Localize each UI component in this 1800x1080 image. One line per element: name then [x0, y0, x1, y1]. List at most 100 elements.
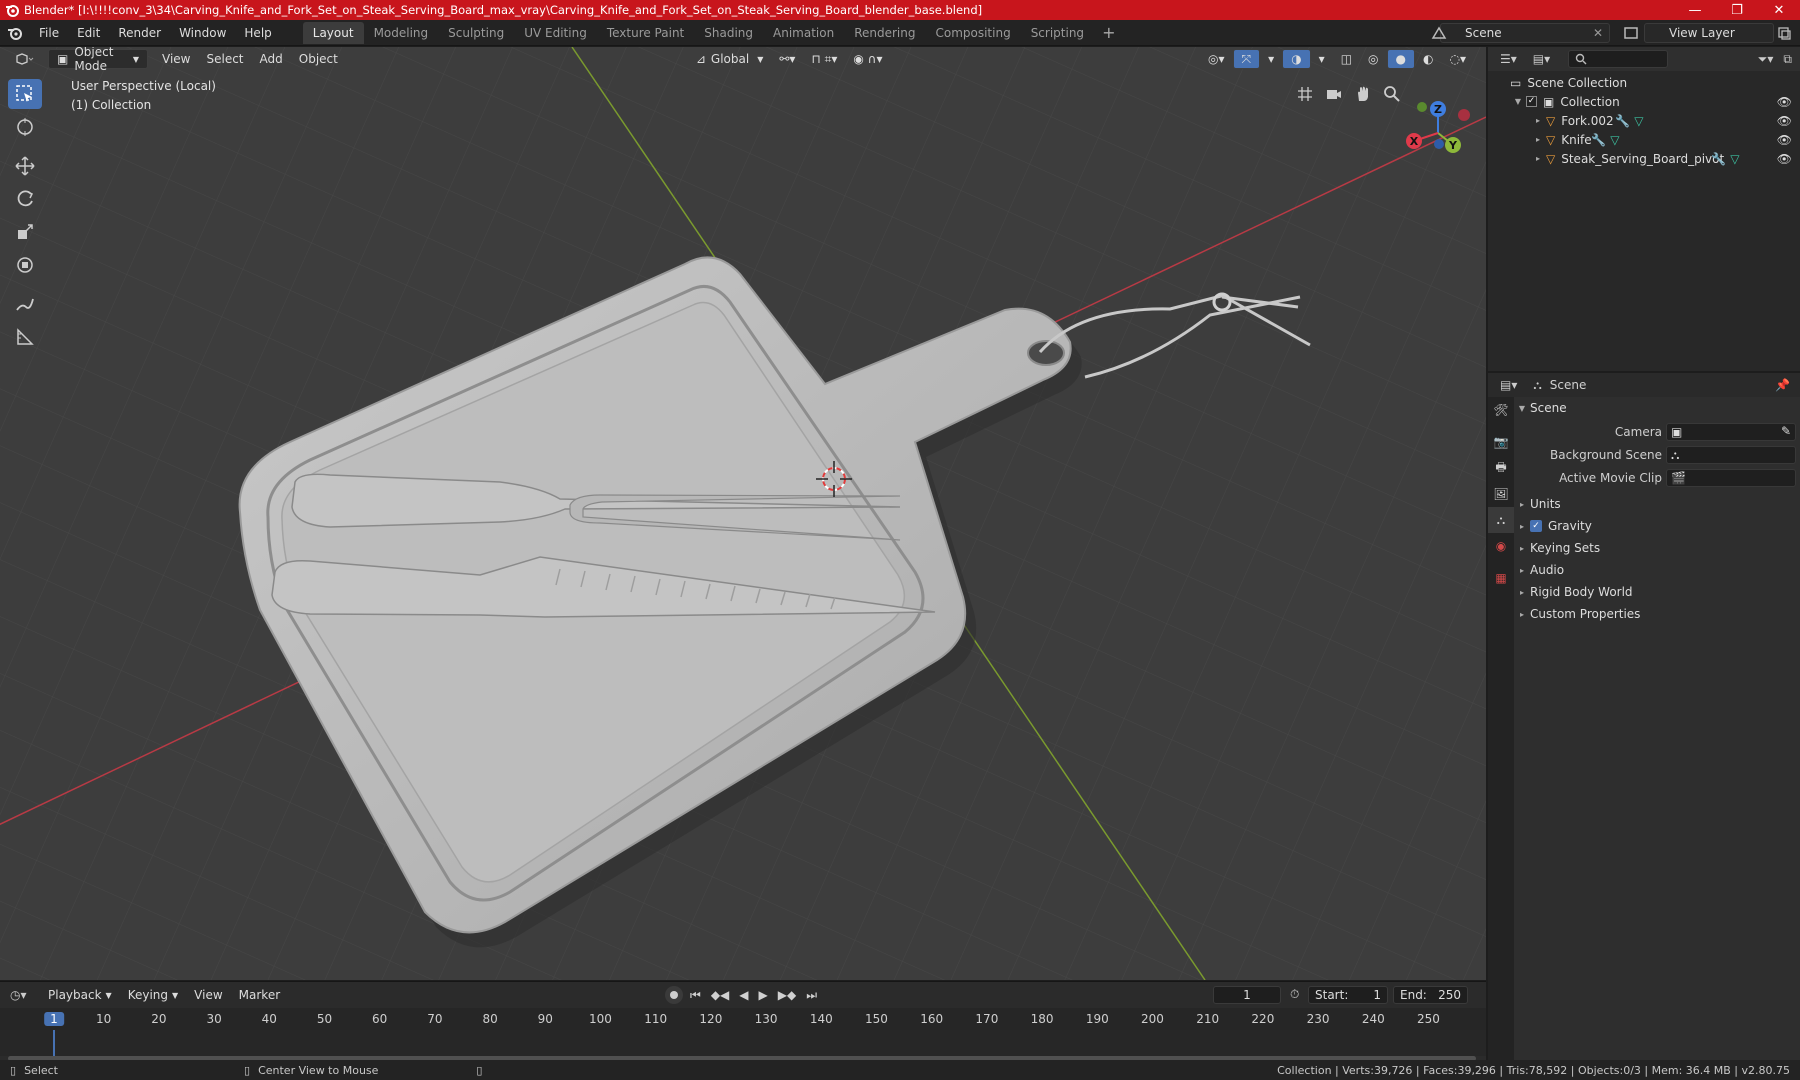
tab-scripting[interactable]: Scripting: [1021, 22, 1094, 44]
xray-icon[interactable]: ◫: [1333, 49, 1360, 69]
orientation-gizmo[interactable]: Z Y X: [1398, 89, 1478, 169]
menu-edit[interactable]: Edit: [68, 26, 109, 40]
tab-layout[interactable]: Layout: [302, 21, 364, 44]
tab-texture-paint[interactable]: Texture Paint: [597, 22, 694, 44]
panel-header-custom-properties[interactable]: ▸ Custom Properties: [1514, 603, 1800, 625]
properties-editor-icon[interactable]: ▤▾: [1500, 378, 1517, 392]
tab-rendering[interactable]: Rendering: [844, 22, 925, 44]
panel-header-gravity[interactable]: ▸ ✓ Gravity: [1514, 515, 1800, 537]
panel-header-keying-sets[interactable]: ▸ Keying Sets: [1514, 537, 1800, 559]
panel-header-scene[interactable]: ▼ Scene: [1514, 397, 1800, 419]
menu-help[interactable]: Help: [235, 26, 280, 40]
pan-hand-icon[interactable]: [1350, 81, 1376, 107]
gizmo-dropdown-icon[interactable]: ▾: [1260, 49, 1282, 69]
menu-file[interactable]: File: [30, 26, 68, 40]
solid-shading-icon[interactable]: ●: [1386, 49, 1416, 69]
viewport-menu-select[interactable]: Select: [198, 49, 251, 69]
expand-arrow-icon[interactable]: ▼: [1510, 97, 1526, 106]
outliner-item-board[interactable]: ▸ ▽ Steak_Serving_Board_pivot 🔧 ▽ 👁: [1488, 149, 1800, 168]
timeline-menu-marker[interactable]: Marker: [231, 985, 288, 1005]
outliner-item-knife[interactable]: ▸ ▽ Knife 🔧 ▽ 👁: [1488, 130, 1800, 149]
eye-icon[interactable]: 👁: [1777, 95, 1792, 109]
viewport-menu-view[interactable]: View: [154, 49, 198, 69]
overlays-icon[interactable]: ◑: [1282, 49, 1311, 69]
menu-render[interactable]: Render: [109, 26, 170, 40]
gizmo-toggle-icon[interactable]: ⤧: [1232, 49, 1261, 69]
close-button[interactable]: ✕: [1758, 0, 1800, 20]
pin-icon[interactable]: 📌: [1775, 378, 1790, 392]
eye-icon[interactable]: 👁: [1777, 114, 1792, 128]
close-icon[interactable]: ✕: [1593, 26, 1603, 40]
minimize-button[interactable]: —: [1674, 0, 1716, 20]
cursor-tool[interactable]: [8, 112, 42, 142]
gravity-checkbox[interactable]: ✓: [1530, 520, 1542, 532]
expand-arrow-icon[interactable]: ▸: [1530, 135, 1546, 144]
outliner-editor-icon[interactable]: ☰▾: [1500, 52, 1517, 66]
outliner-scene-collection[interactable]: ▭ Scene Collection: [1488, 73, 1800, 92]
outliner-item-fork[interactable]: ▸ ▽ Fork.002 🔧 ▽ 👁: [1488, 111, 1800, 130]
background-scene-field[interactable]: ⛬: [1666, 446, 1796, 464]
prev-keyframe-icon[interactable]: ◆◀: [708, 988, 732, 1002]
tab-view-layer[interactable]: 🖼: [1488, 481, 1514, 507]
tab-world[interactable]: ◉: [1488, 533, 1514, 559]
jump-start-icon[interactable]: ⏮: [687, 988, 704, 1003]
eyedropper-icon[interactable]: ✎: [1781, 424, 1791, 438]
camera-view-icon[interactable]: [1321, 81, 1347, 107]
new-collection-icon[interactable]: ⧉: [1783, 52, 1792, 67]
add-workspace-icon[interactable]: +: [1094, 23, 1123, 42]
end-frame-field[interactable]: End: 250: [1393, 986, 1468, 1004]
tab-compositing[interactable]: Compositing: [925, 22, 1020, 44]
menu-window[interactable]: Window: [170, 26, 235, 40]
overlays-dropdown-icon[interactable]: ▾: [1311, 49, 1333, 69]
transform-tool[interactable]: [8, 250, 42, 280]
tab-animation[interactable]: Animation: [763, 22, 844, 44]
timeline-track[interactable]: [0, 1030, 1486, 1056]
current-frame-field[interactable]: 1: [1213, 986, 1281, 1004]
tab-modeling[interactable]: Modeling: [364, 22, 439, 44]
camera-field[interactable]: ▣ ✎: [1666, 423, 1796, 441]
measure-tool[interactable]: [8, 322, 42, 352]
scene-selector[interactable]: Scene ✕: [1440, 23, 1610, 43]
frame-ruler[interactable]: 1 10 20 30 40 50 60 70 80 90 100 110 120 130 140 150 160…: [0, 1008, 1486, 1030]
panel-header-rigid-body-world[interactable]: ▸ Rigid Body World: [1514, 581, 1800, 603]
expand-arrow-icon[interactable]: ▸: [1530, 116, 1546, 125]
eye-icon[interactable]: 👁: [1777, 133, 1792, 147]
tab-sculpting[interactable]: Sculpting: [438, 22, 514, 44]
jump-end-icon[interactable]: ⏭: [803, 988, 820, 1003]
select-box-tool[interactable]: [8, 79, 42, 109]
annotate-tool[interactable]: [8, 289, 42, 319]
timeline-menu-keying[interactable]: Keying ▼: [120, 985, 186, 1005]
expand-arrow-icon[interactable]: ▸: [1530, 154, 1546, 163]
play-reverse-icon[interactable]: ◀: [736, 988, 751, 1002]
record-icon[interactable]: [665, 986, 683, 1004]
move-tool[interactable]: [8, 151, 42, 181]
panel-header-units[interactable]: ▸ Units: [1514, 493, 1800, 515]
timeline-menu-view[interactable]: View: [186, 985, 230, 1005]
viewport-menu-object[interactable]: Object: [291, 49, 346, 69]
tab-texture[interactable]: ▦: [1488, 565, 1514, 591]
maximize-button[interactable]: ❐: [1716, 0, 1758, 20]
viewport-menu-add[interactable]: Add: [252, 49, 291, 69]
panel-header-audio[interactable]: ▸ Audio: [1514, 559, 1800, 581]
clock-editor-icon[interactable]: ◷▾: [10, 988, 40, 1002]
view-layer-selector[interactable]: View Layer: [1644, 23, 1774, 43]
display-mode-icon[interactable]: ▤▾: [1533, 52, 1550, 66]
timeline-menu-playback[interactable]: Playback ▼: [40, 985, 120, 1005]
eye-icon[interactable]: 👁: [1777, 152, 1792, 166]
tab-uv-editing[interactable]: UV Editing: [514, 22, 597, 44]
stopwatch-icon[interactable]: ⏱: [1290, 987, 1299, 1002]
pivot-icon[interactable]: ⚯▾: [771, 49, 803, 69]
3d-viewport[interactable]: ▣ Object Mode ▼ View Select Add Object ⊿…: [0, 47, 1486, 980]
tab-scene[interactable]: ⛬: [1488, 507, 1514, 533]
tab-render[interactable]: 📷: [1488, 429, 1514, 455]
next-keyframe-icon[interactable]: ▶◆: [775, 988, 799, 1002]
play-icon[interactable]: ▶: [756, 988, 771, 1002]
snap-icon[interactable]: ⊓ ⌗▾: [803, 49, 845, 69]
transform-orientation-dropdown[interactable]: ⊿ Global ▼: [688, 49, 772, 69]
filter-icon[interactable]: ⏷▾: [1758, 52, 1774, 67]
mode-dropdown[interactable]: ▣ Object Mode ▼: [48, 47, 148, 73]
copy-icon[interactable]: [1776, 25, 1792, 41]
material-shading-icon[interactable]: ◐: [1415, 49, 1441, 69]
scale-tool[interactable]: [8, 217, 42, 247]
tab-tool[interactable]: 🛠: [1488, 397, 1514, 423]
